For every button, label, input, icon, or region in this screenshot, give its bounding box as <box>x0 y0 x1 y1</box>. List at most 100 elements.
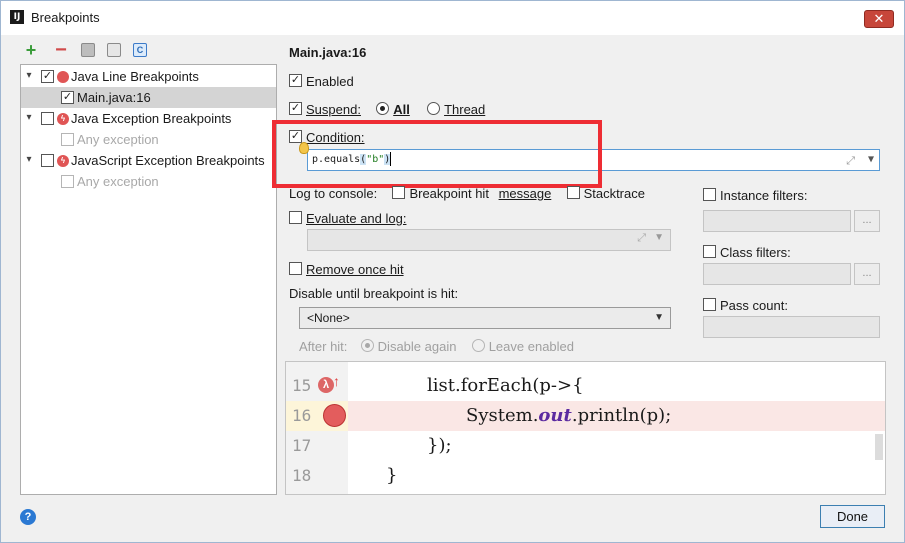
enabled-label: Enabled <box>306 74 354 90</box>
pass-count-checkbox[interactable] <box>703 298 716 312</box>
suspend-label: Suspend: <box>306 102 361 118</box>
tree-item-any-exception-js[interactable]: Any exception <box>21 171 276 192</box>
evaluate-and-log-input[interactable]: ⤢ ▼ <box>307 229 671 251</box>
leave-enabled-label: Leave enabled <box>488 339 575 355</box>
item-checkbox-main-java-16[interactable]: ✓ <box>61 91 74 104</box>
breakpoint-icon[interactable] <box>323 404 346 427</box>
disable-until-label: Disable until breakpoint is hit: <box>289 286 459 301</box>
instance-filters-more-button[interactable]: ... <box>854 210 880 232</box>
chevron-down-icon: ▼ <box>654 232 664 243</box>
tree-item-any-exception-java[interactable]: Any exception <box>21 129 276 150</box>
enabled-checkbox-box[interactable]: ✓ <box>289 74 302 88</box>
suspend-row: ✓ Suspend: All Thread <box>289 101 485 117</box>
highlight-annotation-box <box>272 120 602 188</box>
class-filters-row: Class filters: <box>703 244 791 260</box>
class-filters-more-button[interactable]: ... <box>854 263 880 285</box>
code-line: 18 } <box>286 461 885 491</box>
stacktrace-checkbox[interactable] <box>566 186 580 200</box>
tree-group-javascript-exception[interactable]: ▾ ϟ JavaScript Exception Breakpoints <box>21 150 276 171</box>
suspend-thread-label: Thread <box>444 102 486 118</box>
intellij-app-icon: IJ <box>10 10 24 24</box>
code-line: 17 }); <box>286 431 885 461</box>
line-number: 16 <box>292 406 312 425</box>
tree-item-main-java-16[interactable]: ✓ Main.java:16 <box>21 87 276 108</box>
code-text: System.out.println(p); <box>466 405 671 426</box>
group-checkbox-javascript-exception[interactable] <box>41 154 54 167</box>
code-line-highlighted: 16 System.out.println(p); <box>286 401 885 431</box>
class-filters-input[interactable] <box>703 263 851 285</box>
disable-again-label: Disable again <box>377 339 457 355</box>
window-title: Breakpoints <box>31 10 100 25</box>
tree-item-label: Any exception <box>77 132 159 147</box>
remove-once-hit-label: Remove once hit <box>306 262 404 278</box>
expand-icon[interactable]: ⤢ <box>846 151 855 171</box>
code-segment: System. <box>466 405 539 426</box>
instance-filters-input[interactable] <box>703 210 851 232</box>
remove-once-hit-checkbox[interactable] <box>289 262 302 276</box>
disable-until-value: <None> <box>307 311 350 325</box>
lambda-breakpoint-icon[interactable]: λ <box>318 377 334 393</box>
title-bar[interactable]: IJ Breakpoints ✕ <box>1 1 904 35</box>
code-line: 15 λ ↑ list.forEach(p->{ <box>286 371 885 401</box>
suspend-checkbox[interactable]: ✓ <box>289 102 302 116</box>
tree-group-label: Java Exception Breakpoints <box>71 111 232 126</box>
tree-group-label: JavaScript Exception Breakpoints <box>71 153 265 168</box>
pass-count-input[interactable] <box>703 316 880 338</box>
suspend-all-label: All <box>393 102 410 118</box>
chevron-down-icon[interactable]: ▼ <box>868 150 874 170</box>
code-keyword: out <box>538 405 572 426</box>
group-by-file-icon[interactable] <box>107 43 121 57</box>
expand-icon: ⤢ <box>637 232 646 244</box>
code-segment: .println(p); <box>571 405 672 426</box>
breakpoint-hit-label: Breakpoint hit <box>409 186 489 202</box>
group-checkbox-java-line[interactable]: ✓ <box>41 70 54 83</box>
tree-group-label: Java Line Breakpoints <box>71 69 199 84</box>
item-checkbox-any-exception[interactable] <box>61 133 74 146</box>
red-dot-icon <box>57 71 69 83</box>
evaluate-and-log-checkbox[interactable] <box>289 211 302 225</box>
group-by-package-icon[interactable] <box>81 43 95 57</box>
close-window-button[interactable]: ✕ <box>864 10 894 28</box>
remove-breakpoint-button[interactable]: − <box>53 40 69 60</box>
breakpoints-tree[interactable]: ▾ ✓ Java Line Breakpoints ✓ Main.java:16… <box>20 64 277 495</box>
breakpoint-hit-checkbox[interactable] <box>392 186 406 200</box>
tree-item-label: Main.java:16 <box>77 90 151 105</box>
class-filters-label: Class filters: <box>720 245 791 261</box>
class-filters-checkbox[interactable] <box>703 245 716 259</box>
breakpoint-title: Main.java:16 <box>289 45 367 60</box>
message-label: message <box>498 186 552 202</box>
group-checkbox-java-exception[interactable] <box>41 112 54 125</box>
exception-icon: ϟ <box>57 155 69 167</box>
add-breakpoint-button[interactable]: + <box>23 41 39 59</box>
chevron-down-icon[interactable]: ▾ <box>24 70 34 81</box>
suspend-all-radio[interactable] <box>376 102 390 116</box>
instance-filters-label: Instance filters: <box>720 188 808 204</box>
stacktrace-label: Stacktrace <box>583 186 645 202</box>
tree-group-java-exception[interactable]: ▾ ϟ Java Exception Breakpoints <box>21 108 276 129</box>
code-text: list.forEach(p->{ <box>427 375 584 396</box>
disable-until-select[interactable]: <None> ▼ <box>299 307 671 329</box>
group-by-class-icon[interactable]: C <box>133 43 147 57</box>
after-hit-row: After hit: Disable again Leave enabled <box>299 338 574 354</box>
suspend-thread-radio[interactable] <box>427 102 441 116</box>
code-preview: 15 λ ↑ list.forEach(p->{ 16 System.out.p… <box>285 361 886 495</box>
evaluate-and-log-row: Evaluate and log: <box>289 210 406 226</box>
chevron-down-icon[interactable]: ▾ <box>24 154 34 165</box>
tree-item-label: Any exception <box>77 174 159 189</box>
help-icon[interactable]: ? <box>20 509 36 525</box>
leave-enabled-radio[interactable] <box>471 339 485 353</box>
remove-once-hit-row: Remove once hit <box>289 261 404 277</box>
line-number: 17 <box>292 436 312 455</box>
code-text: }); <box>427 435 452 456</box>
item-checkbox-any-exception[interactable] <box>61 175 74 188</box>
instance-filters-checkbox[interactable] <box>703 188 716 202</box>
after-hit-label: After hit: <box>299 339 348 355</box>
enabled-checkbox[interactable]: ✓ Enabled <box>289 73 354 89</box>
chevron-down-icon[interactable]: ▾ <box>24 112 34 123</box>
done-button[interactable]: Done <box>820 505 885 528</box>
chevron-down-icon: ▼ <box>654 312 664 323</box>
editor-scrollbar[interactable] <box>875 434 883 460</box>
disable-again-radio[interactable] <box>360 339 374 353</box>
tree-group-java-line[interactable]: ▾ ✓ Java Line Breakpoints <box>21 66 276 87</box>
line-number: 18 <box>292 466 312 485</box>
